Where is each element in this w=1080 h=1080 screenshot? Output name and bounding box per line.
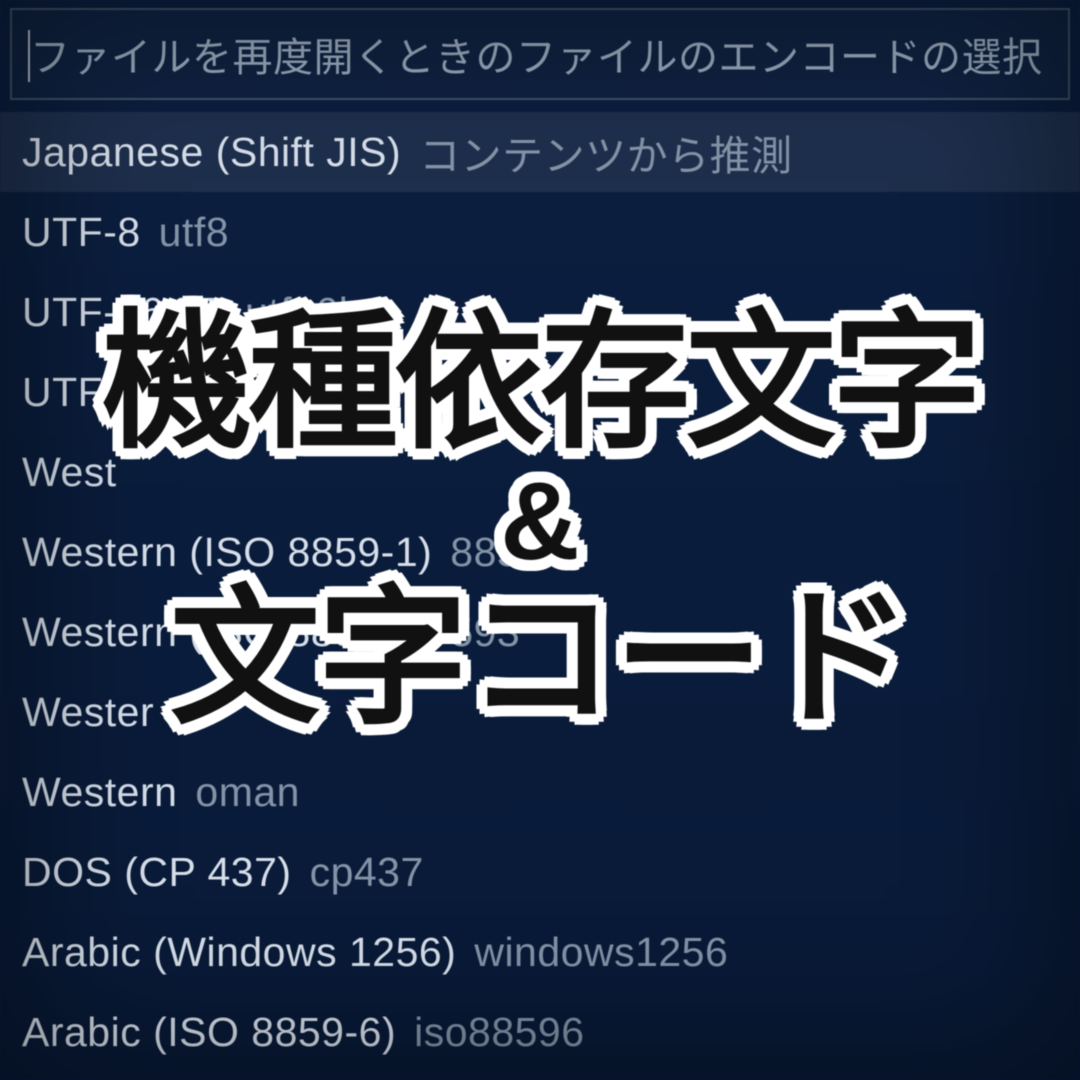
encoding-option[interactable]: Wester <box>0 672 1080 752</box>
encoding-option[interactable]: DOS (CP 437) cp437 <box>0 832 1080 912</box>
encoding-label: Western (ISO 8859-1) <box>22 529 432 576</box>
encoding-label: Arabic (Windows 1256) <box>22 929 456 976</box>
encoding-label: UTF <box>22 369 103 416</box>
encoding-label: Arabic (ISO 8859-6) <box>22 1009 396 1056</box>
encoding-hint: 88591 <box>450 529 567 576</box>
encoding-option[interactable]: Arabic (Windows 1256) windows1256 <box>0 912 1080 992</box>
encoding-list: Japanese (Shift JIS) コンテンツから推測 UTF-8 utf… <box>0 112 1080 1072</box>
encoding-label: West <box>22 449 117 496</box>
encoding-option[interactable]: Japanese (Shift JIS) コンテンツから推測 <box>0 112 1080 192</box>
encoding-label: DOS (CP 437) <box>22 849 292 896</box>
encoding-picker-panel: ファイルを再度開くときのファイルのエンコードの選択 Japanese (Shif… <box>0 0 1080 1080</box>
encoding-hint: windows1256 <box>474 929 728 976</box>
encoding-option[interactable]: Western oman <box>0 752 1080 832</box>
encoding-hint: utf8 <box>159 209 229 256</box>
encoding-search-input[interactable]: ファイルを再度開くときのファイルのエンコードの選択 <box>10 8 1070 100</box>
search-placeholder-text: ファイルを再度開くときのファイルのエンコードの選択 <box>30 25 1043 83</box>
encoding-hint: cp437 <box>310 849 424 896</box>
encoding-label: Japanese (Shift JIS) <box>22 129 401 176</box>
encoding-hint: 593 <box>450 609 520 656</box>
encoding-hint: iso88596 <box>414 1009 584 1056</box>
encoding-option[interactable]: UTF-16 LE utf16le <box>0 272 1080 352</box>
search-container: ファイルを再度開くときのファイルのエンコードの選択 <box>0 0 1080 100</box>
encoding-label: Western <box>22 769 177 816</box>
encoding-option[interactable]: Arabic (ISO 8859-6) iso88596 <box>0 992 1080 1072</box>
encoding-label: UTF-8 <box>22 209 141 256</box>
encoding-option[interactable]: West <box>0 432 1080 512</box>
encoding-label: Western (ISO 8859-3) <box>22 609 432 656</box>
encoding-hint: oman <box>195 769 300 816</box>
encoding-option[interactable]: Western (ISO 8859-3) 593 <box>0 592 1080 672</box>
encoding-option[interactable]: Western (ISO 8859-1) 88591 <box>0 512 1080 592</box>
encoding-hint: コンテンツから推測 <box>419 122 793 182</box>
encoding-label: Wester <box>22 689 154 736</box>
encoding-label: UTF-16 LE <box>22 289 227 336</box>
text-caret-icon <box>28 30 30 82</box>
encoding-option[interactable]: UTF <box>0 352 1080 432</box>
encoding-option[interactable]: UTF-8 utf8 <box>0 192 1080 272</box>
encoding-hint: utf16le <box>245 289 372 336</box>
